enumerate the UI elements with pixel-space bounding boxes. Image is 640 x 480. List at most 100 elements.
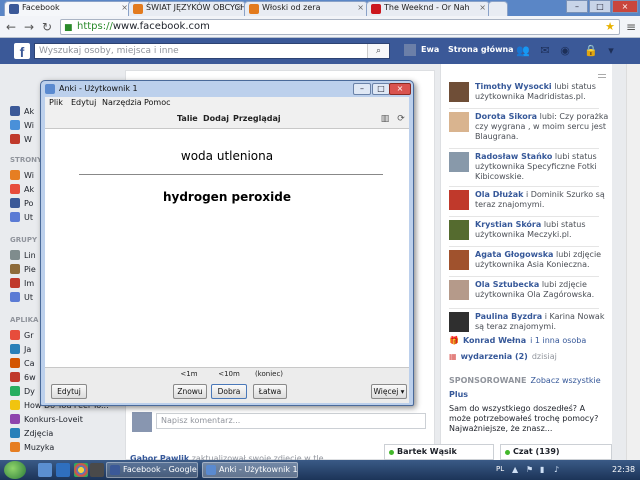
taskbar-item-anki[interactable]: Anki - Użytkownik 1 <box>202 462 298 478</box>
menu-help[interactable]: Pomoc <box>144 97 171 109</box>
start-button[interactable] <box>4 461 26 479</box>
ticker-name[interactable]: Radosław Stańko <box>475 152 552 161</box>
address-bar[interactable]: ■ https://www.facebook.com ★ <box>60 19 620 35</box>
sidebar-item[interactable]: Ut <box>10 212 33 224</box>
tab-the-weeknd[interactable]: The Weeknd - Or Nah × <box>366 1 490 16</box>
flag-icon[interactable]: ⚑ <box>526 465 533 474</box>
chat-sidebar-toggle[interactable]: Czat (139) <box>500 444 612 460</box>
chrome-icon <box>110 465 120 475</box>
close-icon[interactable]: × <box>389 83 411 95</box>
birthday-name[interactable]: Konrad Wełna <box>463 336 526 345</box>
tab-wloski-od-zera[interactable]: Włoski od zera × <box>244 1 368 16</box>
sidebar-item[interactable]: Muzyka <box>10 442 54 454</box>
back-icon[interactable]: ← <box>4 20 18 34</box>
friend-requests-icon[interactable]: 👥 <box>516 44 530 58</box>
divider <box>449 216 599 217</box>
volume-icon[interactable]: ♪ <box>554 465 559 474</box>
facebook-logo-icon[interactable]: f <box>14 43 30 60</box>
easy-button[interactable]: Łatwa <box>253 384 287 399</box>
sidebar-item[interactable]: Ak <box>10 184 34 196</box>
ticker-name[interactable]: Ola Dłużak <box>475 190 523 199</box>
maximize-icon[interactable]: □ <box>589 0 611 13</box>
sidebar-item-label: Muzyka <box>24 443 55 452</box>
ticker-name[interactable]: Ola Sztubecka <box>475 280 539 289</box>
sidebar-item[interactable]: Lin <box>10 250 36 262</box>
chrome-icon[interactable] <box>74 463 88 477</box>
ticker-name[interactable]: Dorota Sikora <box>475 112 537 121</box>
ticker-name[interactable]: Krystian Skóra <box>475 220 541 229</box>
sidebar-item[interactable]: Wi <box>10 120 34 132</box>
more-button[interactable]: Więcej ▾ <box>371 384 407 399</box>
stats-icon[interactable]: ▥ <box>379 113 391 125</box>
sidebar-item[interactable]: Dy <box>10 386 35 398</box>
home-link[interactable]: Strona główna <box>448 45 514 54</box>
sidebar-item[interactable]: Ut <box>10 292 33 304</box>
sidebar-item[interactable]: Ja <box>10 344 31 356</box>
notifications-icon[interactable]: ◉ <box>558 44 572 58</box>
explorer-icon[interactable] <box>38 463 52 477</box>
avatar[interactable] <box>404 44 416 56</box>
ticker-text: Radosław Stańko lubi status użytkownika … <box>475 152 609 182</box>
sync-icon[interactable]: ⟳ <box>395 113 407 125</box>
reload-icon[interactable]: ↻ <box>40 20 54 34</box>
add-link[interactable]: Dodaj <box>203 114 229 123</box>
sidebar-item[interactable]: Im <box>10 278 34 290</box>
search-icon[interactable]: ⌕ <box>367 44 389 58</box>
sidebar-item[interactable]: Pie <box>10 264 36 276</box>
bookmark-star-icon[interactable]: ★ <box>605 20 615 34</box>
app-icon[interactable] <box>90 463 104 477</box>
events-label[interactable]: wydarzenia (2) <box>461 352 528 361</box>
menu-file[interactable]: Plik <box>49 97 63 109</box>
menu-icon[interactable]: ≡ <box>624 20 638 34</box>
chat-tab-contact[interactable]: Bartek Wąsik <box>384 444 494 460</box>
messages-icon[interactable]: ✉ <box>538 44 552 58</box>
sidebar-item[interactable]: Ca <box>10 358 35 370</box>
edit-button[interactable]: Edytuj <box>51 384 87 399</box>
ticker-name[interactable]: Timothy Wysocki <box>475 82 552 91</box>
scrollbar[interactable] <box>626 64 640 460</box>
sidebar-item[interactable]: Gr <box>10 330 34 342</box>
network-icon[interactable]: ▮ <box>540 465 544 474</box>
sidebar-item[interactable]: Ak <box>10 106 34 118</box>
menu-tools[interactable]: Narzędzia <box>102 97 142 109</box>
close-window-icon[interactable]: × <box>612 0 638 13</box>
close-icon[interactable]: × <box>121 3 128 12</box>
anki-title-bar[interactable]: Anki - Użytkownik 1 – □ × <box>41 81 413 97</box>
maximize-icon[interactable]: □ <box>372 83 390 95</box>
search-input[interactable]: Wyszukaj osoby, miejsca i inne ⌕ <box>34 43 390 59</box>
account-menu-icon[interactable]: ▾ <box>604 44 618 58</box>
menu-edit[interactable]: Edytuj <box>71 97 96 109</box>
browse-link[interactable]: Przeglądaj <box>233 114 281 123</box>
forward-icon[interactable]: → <box>22 20 36 34</box>
privacy-lock-icon[interactable]: 🔒 <box>584 44 598 58</box>
ticker-name[interactable]: Paulina Byzdra <box>475 312 542 321</box>
clock[interactable]: 22:38 <box>612 465 635 474</box>
minimize-icon[interactable]: – <box>353 83 371 95</box>
close-icon[interactable]: × <box>357 3 364 12</box>
good-button[interactable]: Dobra <box>211 384 247 399</box>
language-indicator[interactable]: PL <box>496 465 504 473</box>
create-ad-link[interactable]: Zobacz wszystkie <box>530 376 600 385</box>
tab-facebook[interactable]: Facebook × <box>4 1 132 16</box>
ticker-name[interactable]: Agata Głogowska <box>475 250 553 259</box>
profile-link[interactable]: Ewa <box>421 45 439 54</box>
ticker-resize-icon[interactable] <box>598 74 606 78</box>
sidebar-item[interactable]: Po <box>10 198 33 210</box>
close-icon[interactable]: × <box>479 3 486 12</box>
taskbar-item-chrome[interactable]: Facebook - Google ... <box>106 462 198 478</box>
sidebar-item[interactable]: Zdjęcia <box>10 428 53 440</box>
tab-swiat-jezykow[interactable]: ŚWIAT JĘZYKÓW OBCYCH × <box>128 1 246 16</box>
decks-link[interactable]: Talie <box>177 114 198 123</box>
media-player-icon[interactable] <box>56 463 70 477</box>
close-icon[interactable]: × <box>235 3 242 12</box>
sidebar-item[interactable]: 6w <box>10 372 36 384</box>
sidebar-item[interactable]: Wi <box>10 170 34 182</box>
sidebar-item[interactable]: W <box>10 134 32 146</box>
ad-title[interactable]: Plus <box>449 390 468 399</box>
new-tab-button[interactable] <box>488 1 508 16</box>
tray-expand-icon[interactable]: ▲ <box>512 465 518 474</box>
minimize-icon[interactable]: – <box>566 0 588 13</box>
sidebar-item[interactable]: Konkurs-Loveit <box>10 414 83 426</box>
comment-input[interactable]: Napisz komentarz... <box>156 413 426 429</box>
again-button[interactable]: Znowu <box>173 384 207 399</box>
